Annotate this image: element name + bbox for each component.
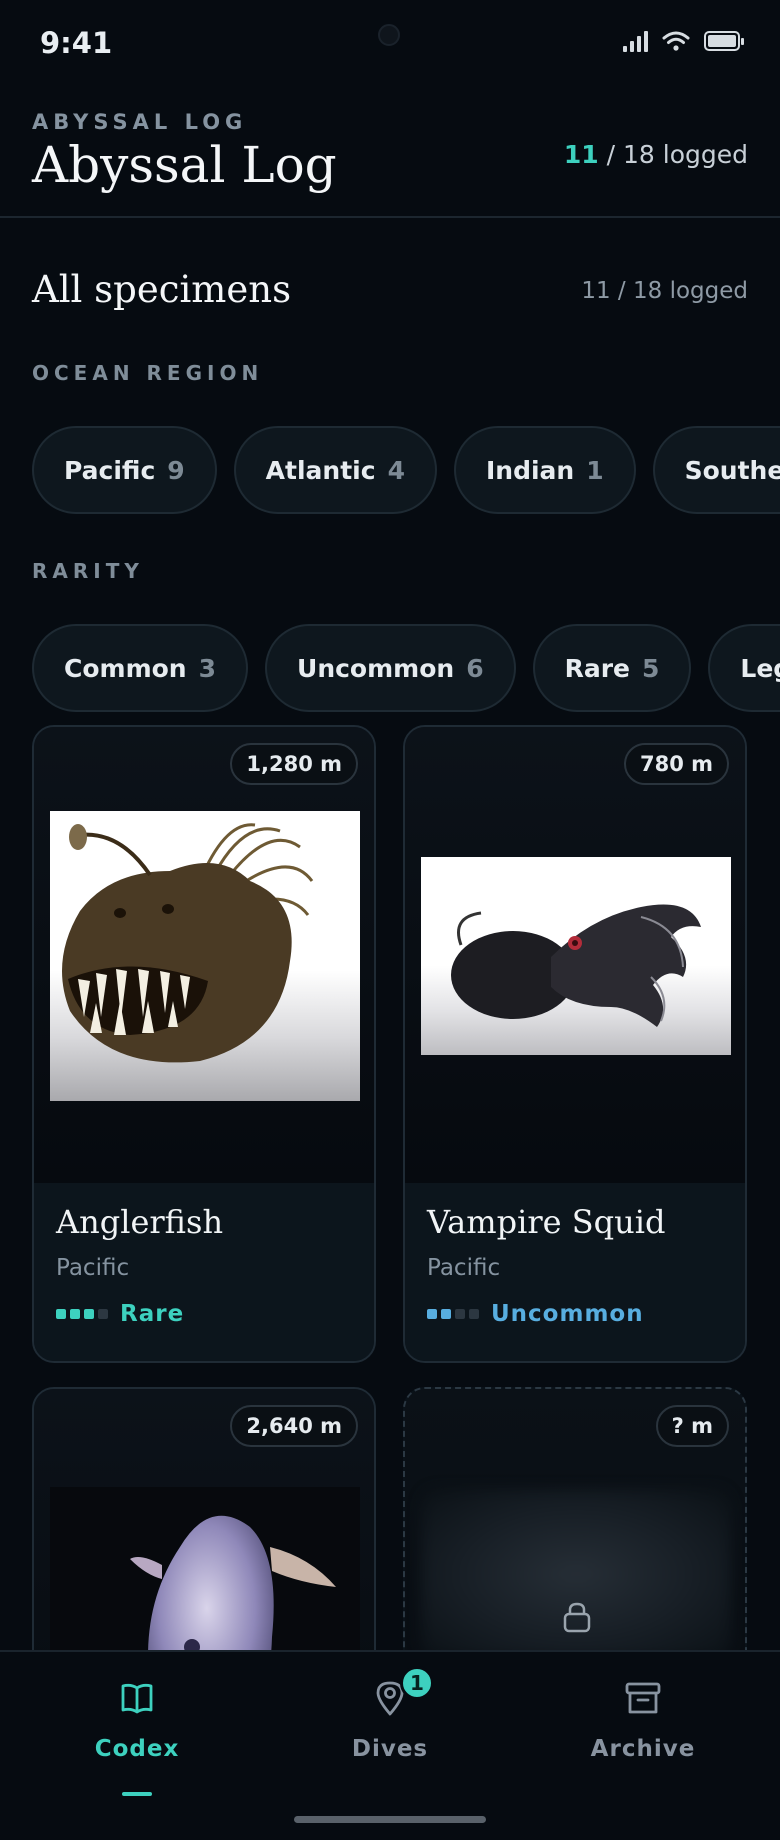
specimen-card-anglerfish[interactable]: 1,280 m Anglerfish Pacific Rare <box>32 725 376 1363</box>
rarity-pips <box>427 1309 479 1319</box>
chip-label: Pacific <box>64 455 156 485</box>
app-screen: 9:41 ABYSSAL LOG Abyssal Log 11 / 18 log… <box>0 0 780 1840</box>
specimen-name: Vampire Squid <box>427 1203 666 1241</box>
rarity-label: Rare <box>120 1301 185 1327</box>
chip-region-pacific[interactable]: Pacific 9 <box>32 426 217 514</box>
rarity-chip-row: Common 3 Uncommon 6 Rare 5 Legendary <box>32 624 780 712</box>
chip-count: 4 <box>387 455 405 485</box>
map-pin-icon: 1 <box>370 1666 434 1718</box>
active-tab-indicator <box>122 1792 152 1796</box>
home-indicator[interactable] <box>294 1816 486 1823</box>
region-filter-label: OCEAN REGION <box>32 361 264 385</box>
anglerfish-illustration <box>50 811 360 1101</box>
nav-tab-archive[interactable]: Archive <box>513 1652 773 1802</box>
card-body: Anglerfish Pacific Rare <box>34 1183 374 1361</box>
chip-label: Common <box>64 653 187 683</box>
header-eyebrow: ABYSSAL LOG <box>32 110 248 134</box>
page-title: Abyssal Log <box>32 136 337 194</box>
wifi-icon <box>662 31 690 51</box>
rarity-label: Uncommon <box>491 1301 644 1327</box>
logged-count: 11 <box>563 140 599 169</box>
chip-count: 3 <box>198 653 217 683</box>
rarity-filter-label: RARITY <box>32 559 144 583</box>
nav-tab-dives[interactable]: 1 Dives <box>260 1652 520 1802</box>
chip-label: Southern <box>684 455 780 485</box>
depth-badge: 780 m <box>623 743 729 785</box>
nav-label: Codex <box>94 1736 180 1762</box>
chip-rarity-legendary[interactable]: Legendary <box>708 624 780 712</box>
nav-label: Dives <box>351 1736 429 1762</box>
chip-label: Uncommon <box>297 653 455 683</box>
section-title: All specimens <box>32 268 292 311</box>
depth-badge: ? m <box>655 1405 729 1447</box>
card-media: 780 m <box>405 727 745 1183</box>
locked-placeholder <box>421 1489 731 1659</box>
specimen-card-vampire-squid[interactable]: 780 m Vampire Squid Pacific Uncommon <box>403 725 747 1363</box>
specimen-region: Pacific <box>56 1255 130 1281</box>
chip-region-southern[interactable]: Southern2 <box>652 426 780 514</box>
status-time: 9:41 <box>40 26 113 60</box>
rarity-indicator: Rare <box>56 1301 352 1327</box>
chip-rarity-common[interactable]: Common 3 <box>32 624 249 712</box>
card-body: Vampire Squid Pacific Uncommon <box>405 1183 745 1361</box>
logged-total: / 18 logged <box>598 140 748 169</box>
chip-rarity-uncommon[interactable]: Uncommon 6 <box>265 624 516 712</box>
chip-count: 1 <box>586 455 604 485</box>
chip-count: 5 <box>642 653 660 683</box>
logged-counter: 11 / 18 logged <box>564 140 748 169</box>
depth-badge: 1,280 m <box>230 743 358 785</box>
section-count: 11 / 18 logged <box>581 278 748 304</box>
chip-count: 9 <box>167 455 185 485</box>
specimen-region: Pacific <box>427 1255 501 1281</box>
chip-label: Legendary <box>740 653 780 683</box>
chip-count: 6 <box>466 653 484 683</box>
region-chip-row: Pacific 9 Atlantic 4 Indian 1 Southern2 <box>32 426 780 514</box>
chip-label: Rare <box>564 653 630 683</box>
chip-label: Indian <box>485 455 575 485</box>
nav-label: Archive <box>590 1736 696 1762</box>
app-header: ABYSSAL LOG Abyssal Log 11 / 18 logged <box>0 90 780 218</box>
battery-icon <box>704 31 744 51</box>
signal-icon <box>623 30 648 52</box>
book-icon <box>117 1678 157 1718</box>
specimen-name: Anglerfish <box>56 1203 224 1241</box>
bottom-nav: Codex 1 Dives Archive <box>0 1650 780 1840</box>
vampire-squid-illustration <box>421 857 731 1055</box>
lock-icon <box>563 1602 591 1633</box>
chip-rarity-rare[interactable]: Rare 5 <box>532 624 692 712</box>
notification-badge: 1 <box>400 1666 434 1700</box>
chip-label: Atlantic <box>265 455 376 485</box>
chip-region-atlantic[interactable]: Atlantic 4 <box>233 426 437 514</box>
rarity-pips <box>56 1309 108 1319</box>
depth-badge: 2,640 m <box>230 1405 358 1447</box>
chip-region-indian[interactable]: Indian 1 <box>453 426 636 514</box>
camera-cutout <box>378 24 400 46</box>
status-bar: 9:41 <box>0 0 780 90</box>
status-icons <box>623 30 744 52</box>
archive-box-icon <box>623 1678 663 1718</box>
nav-tab-codex[interactable]: Codex <box>7 1652 267 1802</box>
card-media: 1,280 m <box>34 727 374 1183</box>
rarity-indicator: Uncommon <box>427 1301 723 1327</box>
